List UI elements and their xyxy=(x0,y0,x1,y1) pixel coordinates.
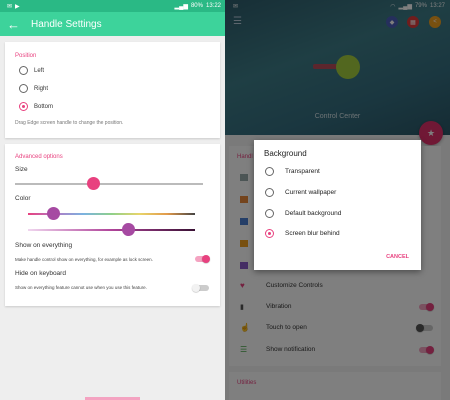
background-dialog: Background Transparent Current wallpaper… xyxy=(254,140,421,270)
play-icon: ▶ xyxy=(15,3,20,10)
color-label: Color xyxy=(15,195,31,202)
radio-selected-icon xyxy=(19,102,28,111)
app-bar: ← Handle Settings xyxy=(0,12,225,36)
hide-on-keyboard-label: Hide on keyboard xyxy=(15,270,66,277)
handle-settings-screen: ✉ ▶ ▂▄▆ 80% 13:22 ← Handle Settings Posi… xyxy=(0,0,225,400)
position-hint: Drag Edge screen handle to change the po… xyxy=(15,120,124,126)
status-bar: ✉ ▶ ▂▄▆ 80% 13:22 xyxy=(0,0,225,12)
switch-knob xyxy=(202,255,210,263)
radio-left[interactable]: Left xyxy=(19,66,44,75)
battery-text: 80% xyxy=(190,3,203,9)
size-slider-track[interactable] xyxy=(15,183,203,185)
control-center-screen: ✉ ◠ ▂▄▆ 79% 13:27 ☰ ◆ ▦ < Control Center… xyxy=(225,0,450,400)
page-title: Handle Settings xyxy=(31,18,102,30)
message-icon: ✉ xyxy=(7,3,13,10)
option-transparent[interactable]: Transparent xyxy=(265,167,320,176)
show-on-everything-desc: Make handle control show on everything, … xyxy=(15,257,153,262)
radio-icon xyxy=(19,66,28,75)
option-default-background[interactable]: Default background xyxy=(265,209,341,218)
back-arrow-icon[interactable]: ← xyxy=(7,17,25,32)
radio-right[interactable]: Right xyxy=(19,84,48,93)
radio-icon xyxy=(265,188,274,197)
switch-knob xyxy=(192,284,200,292)
time-text: 13:22 xyxy=(205,3,221,9)
option-current-wallpaper[interactable]: Current wallpaper xyxy=(265,188,336,197)
cancel-button[interactable]: CANCEL xyxy=(386,254,409,260)
advanced-section-title: Advanced options xyxy=(15,154,63,160)
signal-icon: ▂▄▆ xyxy=(174,3,188,10)
shade-slider-track[interactable] xyxy=(28,229,195,231)
shade-slider-thumb[interactable] xyxy=(121,223,135,236)
advanced-card: Advanced options Size Color Show on ever… xyxy=(5,144,220,306)
radio-icon xyxy=(19,84,28,93)
show-on-everything-label: Show on everything xyxy=(15,242,73,249)
radio-icon xyxy=(265,167,274,176)
radio-icon xyxy=(265,209,274,218)
hide-on-keyboard-desc: Show on everything feature cannot use wh… xyxy=(15,285,147,290)
size-label: Size xyxy=(15,166,28,173)
radio-bottom[interactable]: Bottom xyxy=(19,102,53,111)
size-slider-thumb[interactable] xyxy=(87,177,101,190)
option-screen-blur-behind[interactable]: Screen blur behind xyxy=(265,229,340,238)
dialog-title: Background xyxy=(264,149,307,158)
radio-selected-icon xyxy=(265,229,274,238)
hue-slider-thumb[interactable] xyxy=(46,207,60,220)
position-section-title: Position xyxy=(15,53,37,59)
position-card: Position Left Right Bottom Drag Edge scr… xyxy=(5,42,220,138)
